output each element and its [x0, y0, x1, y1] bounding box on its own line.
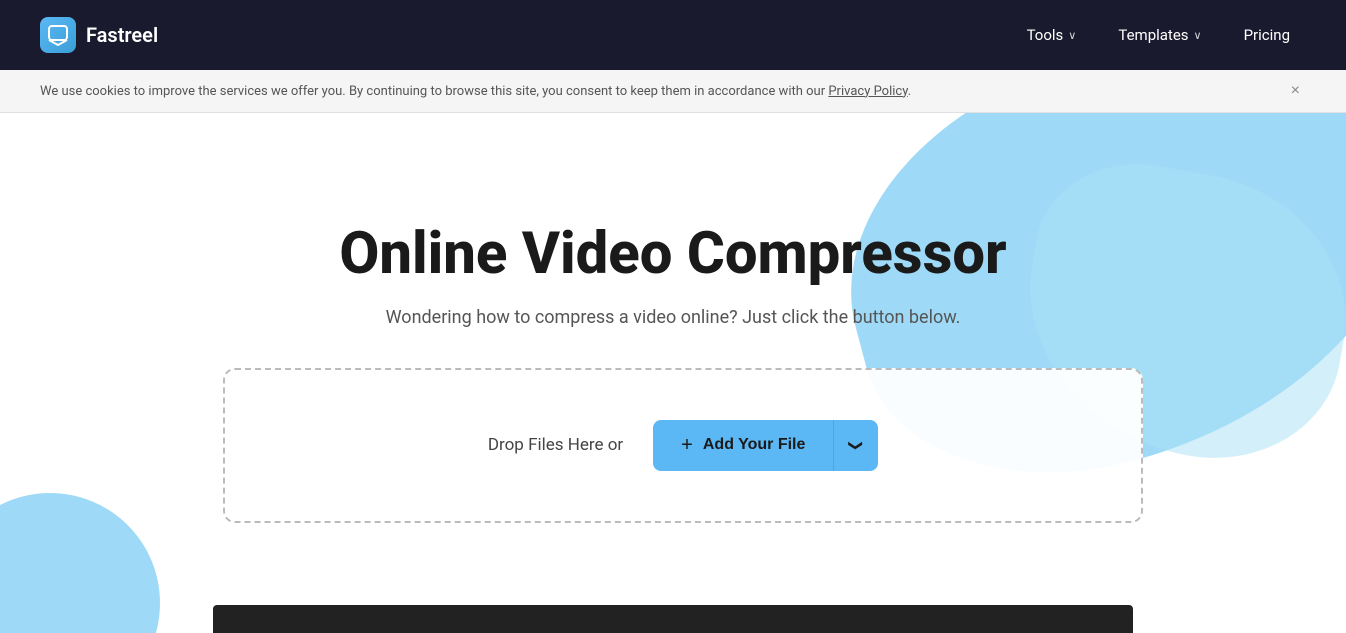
cookie-text: We use cookies to improve the services w… [40, 84, 911, 99]
blob-bottom-left [0, 493, 160, 633]
nav-templates-chevron: ∨ [1194, 29, 1202, 42]
nav-templates-label: Templates [1118, 26, 1188, 44]
nav-item-tools[interactable]: Tools ∨ [1011, 18, 1093, 52]
cookie-message: We use cookies to improve the services w… [40, 84, 828, 99]
add-file-button-group: + Add Your File ❯ [653, 420, 878, 471]
navbar: Fastreel Tools ∨ Templates ∨ Pricing [0, 0, 1346, 70]
upload-box: Drop Files Here or + Add Your File ❯ [223, 368, 1143, 523]
plus-icon: + [681, 434, 693, 457]
add-file-button[interactable]: + Add Your File [653, 420, 833, 471]
cookie-close-button[interactable]: × [1285, 80, 1306, 102]
hero-section: Online Video Compressor Wondering how to… [0, 113, 1346, 633]
hero-content: Online Video Compressor Wondering how to… [223, 223, 1123, 523]
brand[interactable]: Fastreel [40, 17, 158, 53]
nav-items: Tools ∨ Templates ∨ Pricing [1011, 18, 1306, 52]
drop-files-text: Drop Files Here or [488, 435, 623, 455]
privacy-policy-link[interactable]: Privacy Policy [828, 84, 907, 99]
hero-subtitle: Wondering how to compress a video online… [223, 307, 1123, 328]
nav-item-templates[interactable]: Templates ∨ [1102, 18, 1217, 52]
add-file-label: Add Your File [703, 436, 806, 454]
nav-tools-label: Tools [1027, 26, 1064, 44]
hero-title: Online Video Compressor [223, 223, 1123, 287]
cookie-banner: We use cookies to improve the services w… [0, 70, 1346, 113]
nav-item-pricing[interactable]: Pricing [1228, 18, 1306, 52]
brand-name: Fastreel [86, 23, 158, 47]
add-file-dropdown-button[interactable]: ❯ [833, 420, 878, 471]
nav-tools-chevron: ∨ [1068, 29, 1076, 42]
bottom-bar-hint [213, 605, 1133, 633]
dropdown-chevron-icon: ❯ [848, 440, 865, 452]
nav-pricing-label: Pricing [1244, 26, 1290, 44]
brand-logo [40, 17, 76, 53]
